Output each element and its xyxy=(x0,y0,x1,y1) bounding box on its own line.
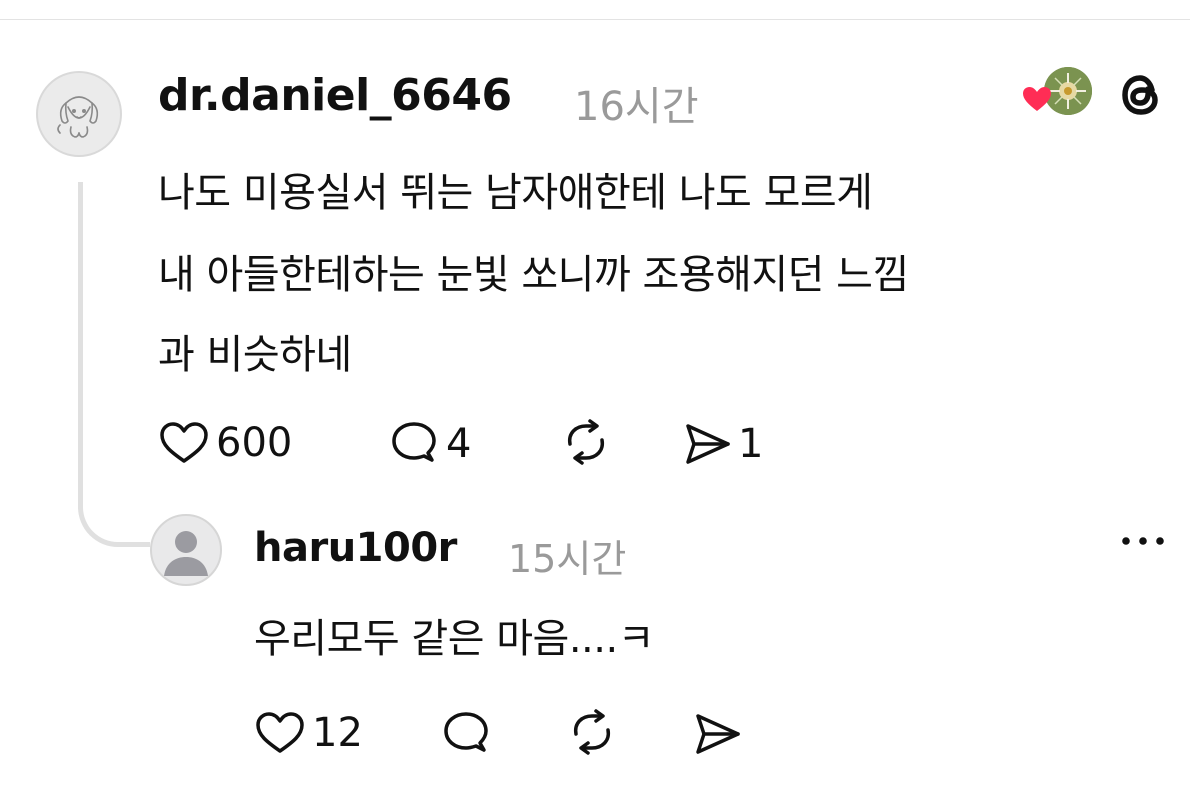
main-post-text-line-1: 나도 미용실서 뛰는 남자애한테 나도 모르게 xyxy=(158,170,873,216)
speech-bubble-icon xyxy=(392,422,436,462)
main-share-button[interactable]: 1 xyxy=(682,420,763,468)
reply-timestamp: 15시간 xyxy=(508,537,627,581)
heart-icon xyxy=(1023,87,1051,111)
ellipsis-icon[interactable] xyxy=(1118,531,1168,551)
top-divider xyxy=(0,19,1190,20)
send-icon xyxy=(686,424,730,464)
main-share-count: 1 xyxy=(738,421,764,467)
main-repost-button[interactable] xyxy=(560,418,612,466)
main-post-text-line-3: 과 비슷하네 xyxy=(158,332,352,378)
repost-icon xyxy=(567,419,605,465)
dog-drawing-avatar xyxy=(57,96,99,138)
reply-share-button[interactable] xyxy=(692,710,744,758)
main-reply-count: 4 xyxy=(446,421,472,467)
speech-bubble-icon xyxy=(444,712,488,752)
send-icon xyxy=(696,714,740,754)
threads-logo-icon[interactable] xyxy=(1116,69,1166,121)
reply-repost-button[interactable] xyxy=(566,708,618,756)
main-post-username[interactable]: dr.daniel_6646 xyxy=(158,70,512,121)
thread-connector-line xyxy=(78,182,150,547)
reply-like-count: 12 xyxy=(312,710,363,756)
main-post-text-line-2: 내 아들한테하는 눈빛 쏘니까 조용해지던 느낌 xyxy=(158,252,909,298)
heart-outline-icon xyxy=(256,712,304,753)
reply-reply-button[interactable] xyxy=(440,710,492,758)
heart-outline-icon xyxy=(160,422,208,463)
avatar-haru100r[interactable] xyxy=(150,514,222,586)
main-post-timestamp: 16시간 xyxy=(574,84,699,130)
person-silhouette-icon xyxy=(164,531,208,576)
main-reply-button[interactable]: 4 xyxy=(388,420,471,468)
reply-username[interactable]: haru100r xyxy=(254,525,457,571)
reply-like-button[interactable]: 12 xyxy=(254,710,363,756)
main-like-button[interactable]: 600 xyxy=(158,420,292,466)
avatar-dr-daniel[interactable] xyxy=(36,71,122,157)
repost-icon xyxy=(573,709,611,755)
reply-text: 우리모두 같은 마음....ㅋ xyxy=(254,616,655,662)
main-like-count: 600 xyxy=(216,420,293,466)
